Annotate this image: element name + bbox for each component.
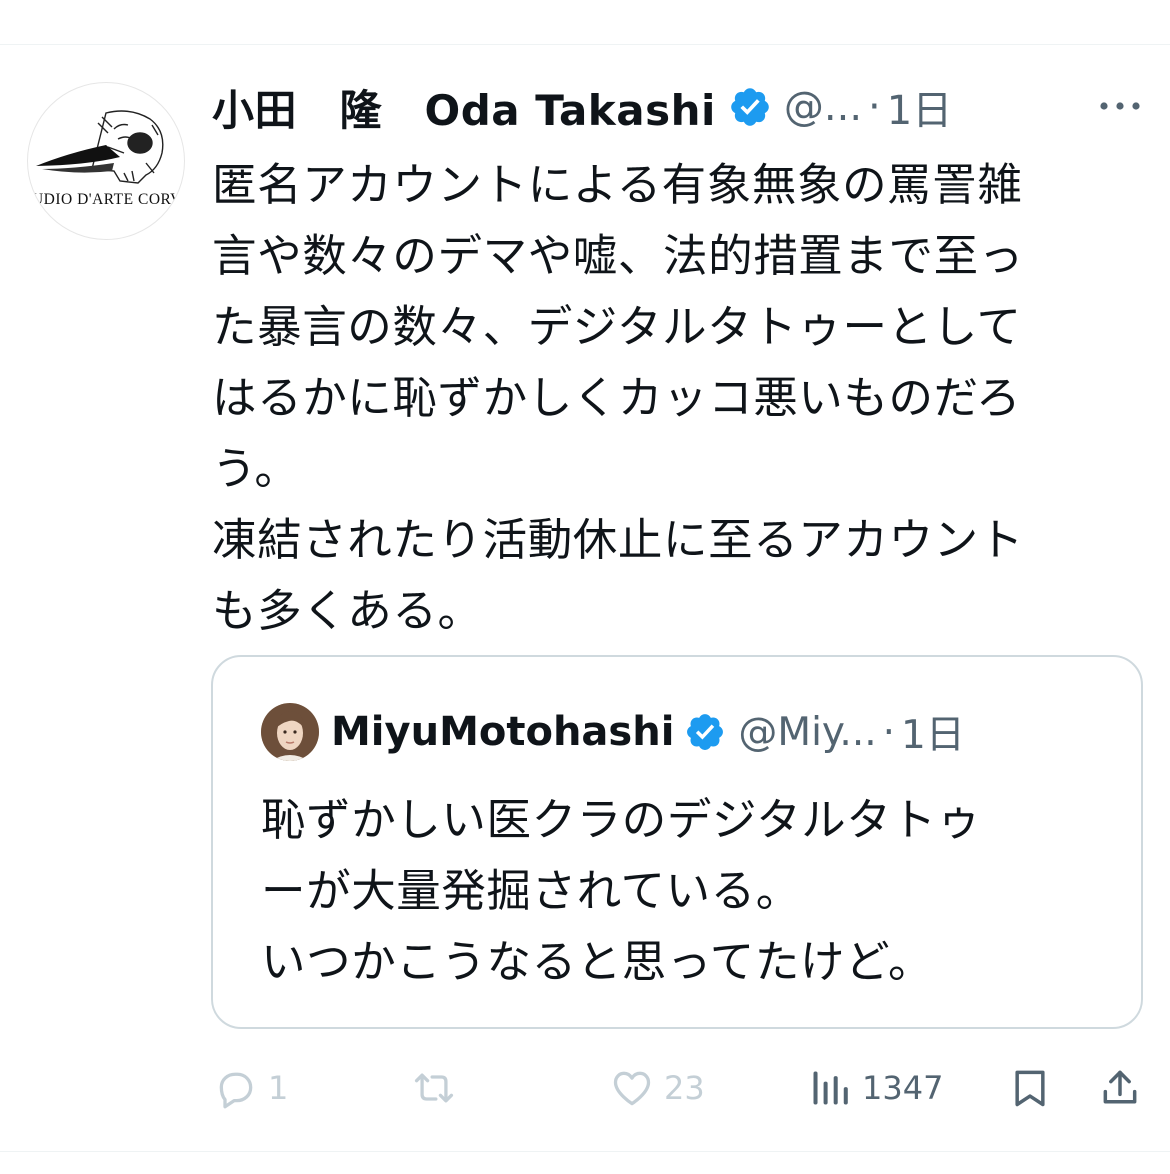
more-icon[interactable] <box>1098 96 1142 116</box>
author-avatar[interactable]: TUDIO D'ARTE CORVO <box>27 82 185 240</box>
quoted-author-handle: @Miy... <box>738 709 877 755</box>
separator-dot: · <box>882 709 896 755</box>
quoted-author-avatar <box>261 703 319 761</box>
quoted-author-display-name: MiyuMotohashi <box>331 709 675 755</box>
tweet-timestamp[interactable]: 1日 <box>887 78 952 136</box>
tweet-line: う。 <box>212 444 300 495</box>
tweet-line: た暴言の数々、デジタルタトゥーとして <box>212 302 1022 353</box>
quoted-tweet-timestamp: 1日 <box>901 713 965 758</box>
share-button[interactable] <box>1098 1060 1142 1116</box>
quoted-tweet-line: ーが大量発掘されている。 <box>261 866 801 917</box>
quoted-tweet-body: 恥ずかしい医クラのデジタルタトゥ ーが大量発掘されている。 いつかこうなると思っ… <box>261 785 1091 998</box>
tweet-line: 凍結されたり活動休止に至るアカウント <box>212 515 1024 566</box>
reply-button[interactable]: 1 <box>214 1060 288 1116</box>
tweet-actions: 1 23 1347 <box>0 1060 1170 1116</box>
verified-badge-icon <box>731 88 769 126</box>
share-icon <box>1103 1070 1137 1104</box>
tweet-line: も多くある。 <box>212 586 483 637</box>
top-divider <box>0 44 1170 45</box>
like-button[interactable]: 23 <box>610 1060 705 1116</box>
author-display-name[interactable]: 小田 隆 Oda Takashi <box>212 77 716 138</box>
tweet-line: 言や数々のデマや嘘、法的措置まで至っ <box>212 231 1024 282</box>
reply-count: 1 <box>268 1069 289 1107</box>
views-icon <box>813 1071 848 1105</box>
tweet-line: はるかに恥ずかしくカッコ悪いものだろ <box>212 373 1022 424</box>
avatar-logo-text: TUDIO D'ARTE CORVO <box>27 191 185 208</box>
portrait-avatar-icon <box>261 703 319 761</box>
author-handle[interactable]: @... <box>784 84 862 130</box>
tweet-body: 匿名アカウントによる有象無象の罵詈雑 言や数々のデマや嘘、法的措置まで至っ た暴… <box>212 150 1132 647</box>
bookmark-icon <box>1015 1070 1045 1107</box>
quoted-tweet-line: 恥ずかしい医クラのデジタルタトゥ <box>261 795 982 846</box>
tweet-line: 匿名アカウントによる有象無象の罵詈雑 <box>212 160 1023 211</box>
tweet-header: 小田 隆 Oda Takashi @... · 1日 <box>212 78 1152 136</box>
separator-dot: · <box>868 84 881 130</box>
crow-skull-logo-icon <box>36 110 164 184</box>
quoted-tweet-header: MiyuMotohashi @Miy... · 1日 <box>331 702 965 762</box>
verified-badge-icon <box>687 714 724 750</box>
views-button[interactable]: 1347 <box>808 1060 943 1116</box>
retweet-icon <box>414 1073 454 1103</box>
bookmark-button[interactable] <box>1008 1060 1052 1116</box>
top-cutoff-icon <box>1018 0 1054 6</box>
quoted-tweet-line: いつかこうなると思ってたけど。 <box>261 937 934 988</box>
like-count: 23 <box>664 1069 705 1107</box>
reply-icon <box>219 1072 253 1109</box>
views-count: 1347 <box>862 1069 944 1107</box>
like-icon <box>613 1071 651 1106</box>
quoted-tweet[interactable]: MiyuMotohashi @Miy... · 1日 恥ずかしい医クラのデジタル… <box>211 655 1143 1029</box>
bottom-divider <box>0 1151 1170 1152</box>
retweet-button[interactable] <box>412 1060 466 1116</box>
